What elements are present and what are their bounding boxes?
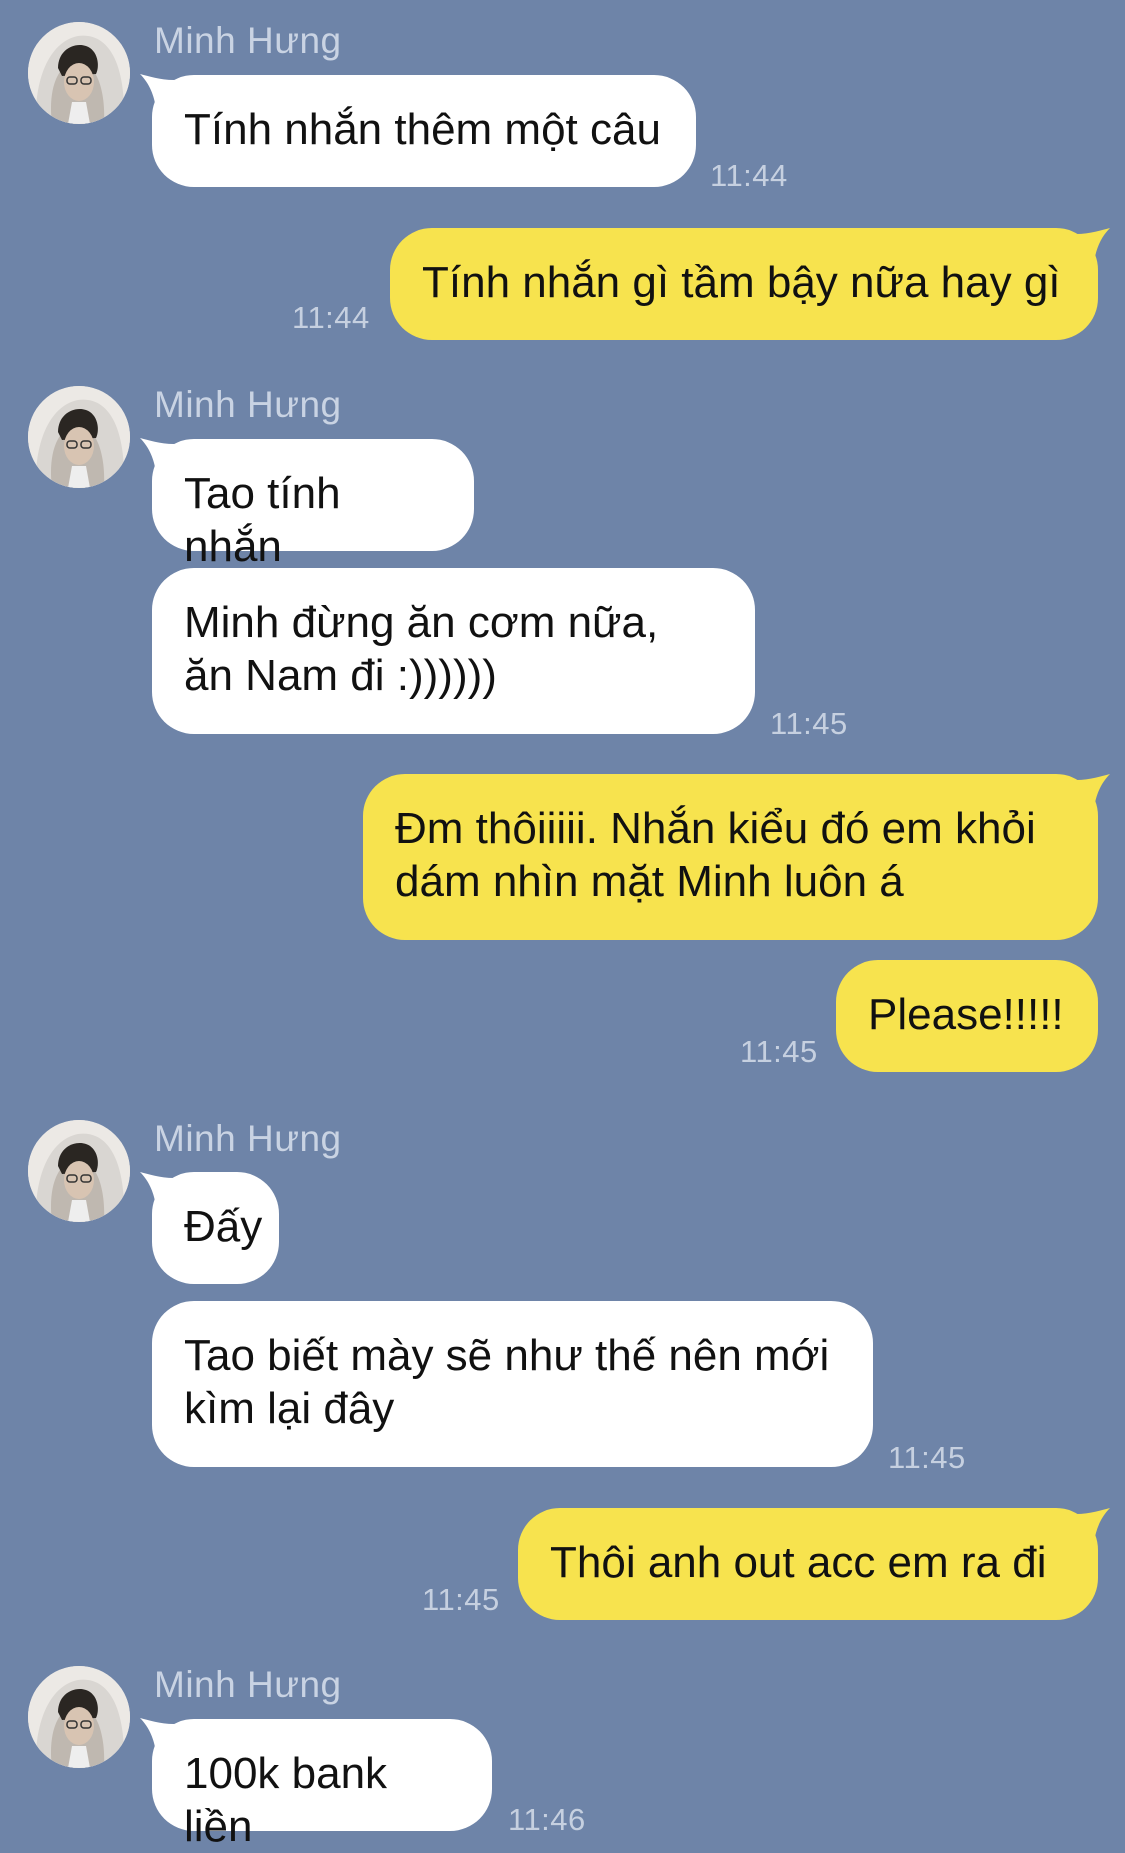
sender-name: Minh Hưng	[154, 384, 342, 425]
message-bubble-outgoing[interactable]: Đm thôiiiii. Nhắn kiểu đó em khỏi dám nh…	[363, 774, 1098, 940]
message-bubble-incoming[interactable]: Tao tính nhắn	[152, 439, 474, 571]
bubble-tail-icon	[1076, 228, 1110, 262]
message-time: 11:46	[508, 1802, 586, 1837]
sender-name: Minh Hưng	[154, 20, 342, 61]
avatar-photo-icon	[28, 1666, 130, 1768]
message-bubble-outgoing[interactable]: Thôi anh out acc em ra đi	[518, 1508, 1098, 1620]
message-time: 11:45	[770, 706, 848, 741]
message-bubble-incoming[interactable]: Tính nhắn thêm một câu	[152, 75, 696, 187]
contact-avatar[interactable]	[28, 1120, 130, 1222]
chat-thread[interactable]: Minh Hưng Tính nhắn thêm một câu 11:44 1…	[0, 0, 1125, 1851]
message-bubble-incoming[interactable]: Đấy	[152, 1172, 279, 1284]
avatar-photo-icon	[28, 386, 130, 488]
message-bubble-incoming[interactable]: 100k bank liền	[152, 1719, 492, 1851]
message-time: 11:44	[710, 158, 788, 193]
message-bubble-outgoing[interactable]: Please!!!!!	[836, 960, 1098, 1072]
message-bubble-outgoing[interactable]: Tính nhắn gì tầm bậy nữa hay gì	[390, 228, 1098, 340]
avatar-photo-icon	[28, 22, 130, 124]
sender-name: Minh Hưng	[154, 1118, 342, 1159]
contact-avatar[interactable]	[28, 1666, 130, 1768]
message-bubble-incoming[interactable]: Tao biết mày sẽ như thế nên mới kìm lại …	[152, 1301, 873, 1467]
message-time: 11:45	[888, 1440, 966, 1475]
message-time: 11:45	[740, 1034, 818, 1069]
bubble-tail-icon	[1076, 1508, 1110, 1542]
sender-name: Minh Hưng	[154, 1664, 342, 1705]
message-time: 11:44	[292, 300, 370, 335]
message-time: 11:45	[422, 1582, 500, 1617]
contact-avatar[interactable]	[28, 22, 130, 124]
avatar-photo-icon	[28, 1120, 130, 1222]
contact-avatar[interactable]	[28, 386, 130, 488]
message-bubble-incoming[interactable]: Minh đừng ăn cơm nữa, ăn Nam đi :))))))	[152, 568, 755, 734]
bubble-tail-icon	[1076, 774, 1110, 808]
